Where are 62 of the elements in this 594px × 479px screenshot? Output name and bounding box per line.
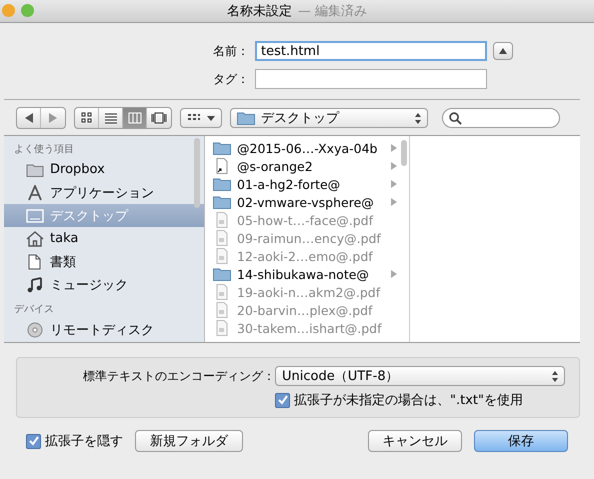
checkbox-label[interactable]: 拡張子が未指定の場合は、".txt"を使用 — [294, 391, 523, 409]
folder-icon — [237, 111, 255, 125]
house-icon — [26, 230, 44, 246]
triangle-right-icon — [391, 144, 397, 152]
sidebar-item[interactable]: ミュージック — [4, 273, 204, 296]
encoding-popup[interactable]: Unicode（UTF-8） — [275, 366, 565, 386]
sidebar-item[interactable]: taka — [4, 227, 204, 250]
sidebar-item[interactable]: リモートディスク — [4, 318, 204, 341]
checkbox[interactable] — [275, 392, 290, 408]
music-note-icon — [26, 276, 44, 292]
letter-a-icon — [26, 184, 44, 200]
sidebar-item[interactable]: 書類 — [4, 250, 204, 273]
triangle-right-icon — [49, 113, 57, 123]
file-item[interactable]: @2015-06…-Xxya-04b — [205, 139, 409, 157]
triangle-right-icon — [391, 162, 397, 170]
file-item[interactable]: 02-vmware-vsphere@ — [205, 193, 409, 211]
arrange-button[interactable] — [180, 108, 222, 128]
checkbox[interactable] — [26, 434, 41, 448]
folder-icon — [26, 162, 44, 178]
scrollbar[interactable] — [401, 140, 407, 166]
desktop-icon — [26, 208, 44, 224]
caret-icon — [207, 116, 215, 120]
scrollbar[interactable] — [194, 138, 200, 208]
triangle-right-icon — [391, 270, 397, 278]
tag-field[interactable] — [255, 69, 487, 89]
file-item[interactable]: @s-orange2 — [205, 157, 409, 175]
folder-icon — [213, 177, 231, 191]
list-icon — [104, 112, 118, 124]
folder-icon — [213, 195, 231, 209]
grid-icon — [187, 113, 201, 123]
checkbox-label[interactable]: 拡張子を隠す — [45, 432, 123, 450]
window-status: — 編集済み — [298, 3, 368, 20]
search-field[interactable] — [442, 108, 560, 128]
triangle-left-icon — [24, 113, 32, 123]
sidebar-item[interactable]: アプリケーション — [4, 181, 204, 204]
triangle-up-icon — [499, 48, 507, 54]
encoding-label: 標準テキストのエンコーディング： — [82, 368, 275, 384]
search-icon — [449, 112, 462, 124]
up-down-arrows-icon — [552, 370, 558, 382]
folder-icon — [213, 141, 231, 155]
sidebar-item[interactable]: Dropbox — [4, 158, 204, 181]
save-button[interactable]: 保存 — [474, 430, 568, 452]
location-popup[interactable]: デスクトップ — [230, 108, 428, 128]
triangle-right-icon — [391, 198, 397, 206]
up-down-arrows-icon — [415, 112, 421, 124]
new-folder-button[interactable]: 新規フォルダ — [135, 430, 243, 452]
triangle-right-icon — [391, 180, 397, 188]
tag-label: タグ： — [212, 70, 249, 88]
collapse-button[interactable] — [493, 42, 513, 60]
cancel-button[interactable]: キャンセル — [368, 430, 462, 452]
file-item[interactable]: 01-a-hg2-forte@ — [205, 175, 409, 193]
name-label: 名前： — [212, 42, 249, 60]
sidebar-heading: デバイス — [13, 303, 55, 317]
window-title: 名称未設定 — [226, 3, 292, 20]
file-item[interactable]: 14-shibukawa-note@ — [205, 265, 409, 283]
disc-icon — [26, 322, 44, 338]
sidebar-heading: よく使う項目 — [13, 143, 75, 157]
cover-flow-icon — [151, 112, 167, 124]
folder-icon — [213, 267, 231, 281]
columns-icon — [128, 112, 142, 124]
grid-icon — [80, 112, 92, 124]
name-field[interactable]: test.html — [255, 41, 487, 61]
